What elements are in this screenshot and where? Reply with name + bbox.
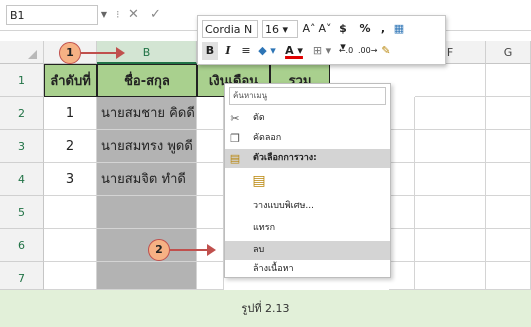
cell-empty-selected[interactable] <box>97 262 197 290</box>
grow-font-icon[interactable]: A˄ <box>302 20 316 38</box>
bold-button[interactable]: B <box>202 42 218 60</box>
italic-button[interactable]: I <box>220 42 236 60</box>
menu-search-input[interactable]: ค้นหาเมนู <box>229 87 386 105</box>
cell-empty[interactable] <box>415 64 486 97</box>
callout-arrow <box>170 249 209 251</box>
cell-name[interactable]: นายสมจิต ทำดี <box>97 163 197 196</box>
menu-item-label: ล้างเนื้อหา <box>253 264 294 274</box>
cell-name[interactable]: นายสมทรง พูดดี <box>97 130 197 163</box>
header-cell-no[interactable]: ลำดับที่ <box>44 64 97 97</box>
increase-decimal-icon[interactable]: ←.0 <box>338 42 354 60</box>
cell-empty-selected[interactable] <box>97 229 197 262</box>
row-header-4[interactable]: 4 <box>0 163 44 196</box>
menu-item-label: วางแบบพิเศษ... <box>253 201 314 211</box>
row-header-1[interactable]: 1 <box>0 64 44 97</box>
cell-no[interactable]: 1 <box>44 97 97 130</box>
menu-item-label: ลบ <box>253 245 265 255</box>
callout-1: 1 <box>59 42 81 64</box>
font-color-icon[interactable]: A ▾ <box>282 42 306 60</box>
cell-empty[interactable] <box>486 196 531 229</box>
callout-2: 2 <box>148 239 170 261</box>
format-table-icon[interactable]: ▦ <box>392 20 406 38</box>
row-header-3[interactable]: 3 <box>0 130 44 163</box>
align-center-icon[interactable]: ≡ <box>238 42 254 60</box>
cell-salary[interactable] <box>197 97 224 130</box>
menu-item-paste[interactable]: ▤ <box>225 169 390 195</box>
cell-no[interactable]: 2 <box>44 130 97 163</box>
menu-item-label: ตัวเลือกการวาง: <box>253 153 317 163</box>
cell-salary[interactable] <box>197 130 224 163</box>
select-all-triangle-icon <box>28 50 37 59</box>
formula-bar-grip-icon: ⁝ <box>116 8 120 21</box>
row-header-2[interactable]: 2 <box>0 97 44 130</box>
cell-empty[interactable] <box>415 262 486 290</box>
name-box[interactable]: B1 <box>6 5 98 25</box>
cell-empty[interactable] <box>415 130 486 163</box>
cell-empty[interactable] <box>415 163 486 196</box>
menu-item-clear-contents[interactable]: ล้างเนื้อหา <box>225 260 390 279</box>
cell-empty[interactable] <box>486 97 531 130</box>
cell-empty[interactable] <box>415 229 486 262</box>
menu-item-paste-special[interactable]: วางแบบพิเศษ... <box>225 197 390 216</box>
menu-item-copy[interactable]: ❐ คัดลอก <box>225 129 390 148</box>
decrease-decimal-icon[interactable]: .00→ <box>358 42 377 60</box>
menu-item-insert[interactable]: แทรก <box>225 219 390 238</box>
cell-empty[interactable] <box>389 130 415 163</box>
row-header-7[interactable]: 7 <box>0 262 44 290</box>
menu-item-label: ตัด <box>253 113 265 123</box>
menu-item-paste-options: ▤ ตัวเลือกการวาง: <box>225 149 390 168</box>
menu-item-delete[interactable]: ลบ <box>225 241 390 260</box>
cell-empty[interactable] <box>486 262 531 290</box>
arrow-head-icon <box>116 47 125 59</box>
cell-empty[interactable] <box>389 262 415 290</box>
menu-item-cut[interactable]: ✂ ตัด <box>225 109 390 128</box>
cell-empty[interactable] <box>44 229 97 262</box>
comma-style-icon[interactable]: , <box>378 20 388 38</box>
header-cell-name[interactable]: ชื่อ-สกุล <box>97 64 197 97</box>
cell-empty[interactable] <box>197 262 224 290</box>
mini-toolbar: Cordia N ▾ 16 ▾ A˄ A˅ $ ▾ % , ▦ B I ≡ ◆ … <box>197 15 446 65</box>
paste-icon: ▤ <box>229 152 241 165</box>
cell-empty[interactable] <box>389 196 415 229</box>
cell-empty[interactable] <box>44 196 97 229</box>
menu-item-label: แทรก <box>253 223 276 233</box>
select-all-corner[interactable] <box>0 41 44 64</box>
cell-empty[interactable] <box>415 196 486 229</box>
shrink-font-icon[interactable]: A˅ <box>318 20 332 38</box>
cell-empty[interactable] <box>389 97 415 130</box>
column-header-g[interactable]: G <box>486 41 531 64</box>
row-header-5[interactable]: 5 <box>0 196 44 229</box>
cell-empty[interactable] <box>197 196 224 229</box>
cell-empty[interactable] <box>486 64 531 97</box>
clipboard-icon: ▤ <box>252 173 266 189</box>
fill-color-icon[interactable]: ◆ ▾ <box>256 42 278 60</box>
cell-empty[interactable] <box>44 262 97 290</box>
cell-empty[interactable] <box>486 163 531 196</box>
cell-empty[interactable] <box>389 163 415 196</box>
cell-salary[interactable] <box>197 163 224 196</box>
cell-empty[interactable] <box>486 229 531 262</box>
cell-empty[interactable] <box>389 229 415 262</box>
cell-empty[interactable] <box>486 130 531 163</box>
row-header-6[interactable]: 6 <box>0 229 44 262</box>
borders-icon[interactable]: ⊞ ▾ <box>310 42 334 60</box>
cell-name[interactable]: นายสมชาย คิดดี <box>97 97 197 130</box>
cell-empty[interactable] <box>415 97 486 130</box>
figure-caption: รูปที่ 2.13 <box>0 290 531 327</box>
cell-empty-selected[interactable] <box>97 196 197 229</box>
callout-arrow <box>81 52 117 54</box>
arrow-head-icon <box>207 244 216 256</box>
font-size-dropdown[interactable]: 16 ▾ <box>262 20 298 38</box>
copy-icon: ❐ <box>230 132 240 145</box>
percent-icon[interactable]: % <box>358 20 372 38</box>
cell-no[interactable]: 3 <box>44 163 97 196</box>
font-name-dropdown[interactable]: Cordia N ▾ <box>202 20 258 54</box>
context-menu: ค้นหาเมนู ✂ ตัด ❐ คัดลอก ▤ ตัวเลือกการวา… <box>224 83 391 278</box>
scissors-icon: ✂ <box>230 112 240 125</box>
cancel-icon[interactable]: ✕ <box>128 5 144 25</box>
name-box-dropdown-icon[interactable]: ▼ <box>98 5 110 25</box>
menu-item-label: คัดลอก <box>253 133 282 143</box>
enter-icon[interactable]: ✓ <box>150 5 166 25</box>
format-painter-icon[interactable]: ✎ <box>378 42 394 60</box>
